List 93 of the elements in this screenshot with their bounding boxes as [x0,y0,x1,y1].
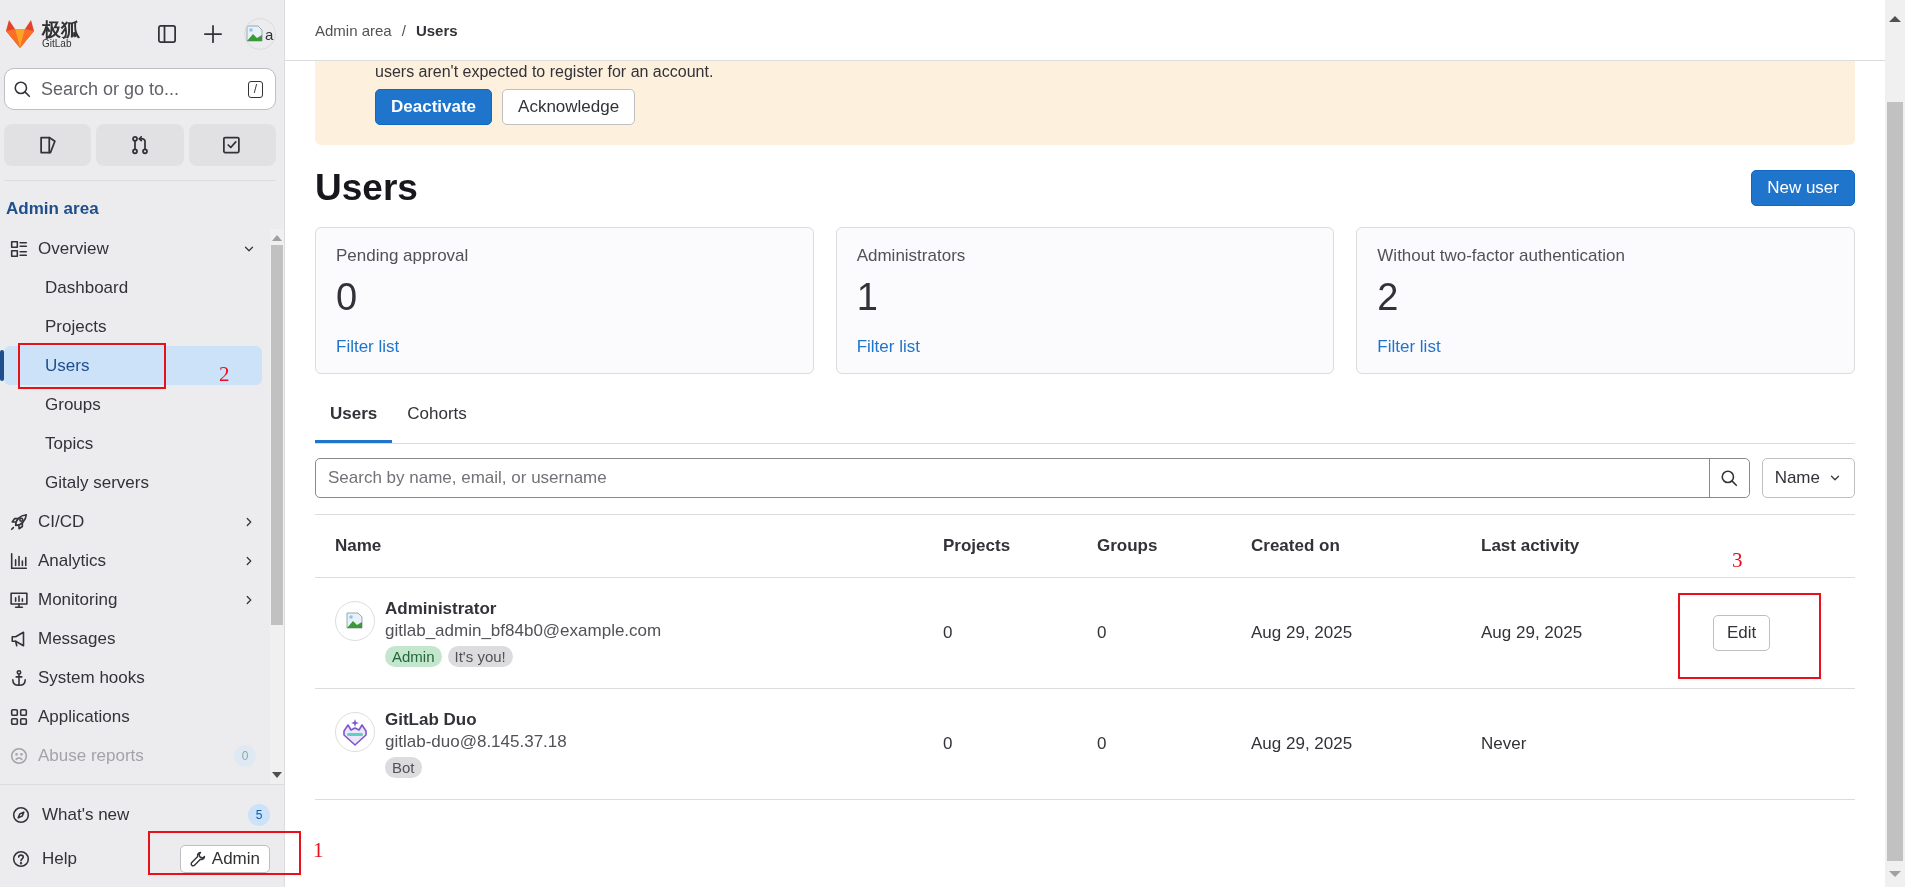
nav-item[interactable]: Monitoring [4,580,262,619]
page-title: Users [315,167,418,209]
stat-label: Without two-factor authentication [1377,246,1625,266]
table-cell: Aug 29, 2025 [1461,577,1693,689]
logo-text: 极狐 [42,19,80,39]
nav-link[interactable]: Help [42,849,168,869]
issues-button[interactable] [4,124,92,166]
checkbox-icon [222,135,243,155]
anchor-icon [10,668,28,687]
broken-image-icon [245,24,265,44]
table-cell: 0 [1077,688,1231,800]
annotation-number: 2 [219,362,230,387]
section-title: Admin area [5,198,100,220]
bar-chart-icon [10,551,28,570]
table-cell: Aug 29, 2025 [1231,688,1461,800]
alert-text: users aren't expected to register for an account. [375,63,715,81]
user-badge: Admin [385,646,442,667]
nav-subitem[interactable]: Groups [4,385,262,424]
tab[interactable]: Cohorts [392,388,482,443]
breadcrumb-link[interactable]: Admin area [315,21,392,39]
deactivate-button[interactable]: Deactivate [375,89,493,125]
user-name[interactable]: Administrator [385,599,497,619]
sad-face-icon [10,746,28,765]
fox-logo-icon [4,19,36,49]
count-badge: 5 [248,804,270,826]
stat-label: Administrators [856,246,966,266]
table-cell: Aug 29, 2025 [1231,577,1461,689]
annotation-number: 3 [1732,548,1743,573]
sort-dropdown[interactable]: Name [1761,458,1855,498]
todo-button[interactable] [188,124,276,166]
stat-value: 1 [856,276,878,319]
broken-image-icon [345,611,365,631]
user-badge: Bot [385,757,422,778]
table-cell: 0 [923,688,1077,800]
stat-value: 0 [336,276,358,319]
merge-requests-button[interactable] [96,124,184,166]
grid-icon [10,707,28,726]
nav-item[interactable]: Applications [4,697,262,736]
column-header: Name [315,514,923,578]
acknowledge-button[interactable]: Acknowledge [502,89,636,125]
search-icon [1720,469,1739,487]
nav-link[interactable]: What's new [42,805,236,825]
issue-icon [37,135,58,155]
column-header: Groups [1077,514,1231,578]
nav-item[interactable]: Analytics [4,541,262,580]
nav-item[interactable]: Messages [4,619,262,658]
shortcut-key: / [247,80,263,98]
table-cell: 0 [1077,577,1231,689]
user-email: gitlab-duo@8.145.37.18 [385,732,567,752]
search-icon [13,80,31,98]
nav-subitem[interactable]: Dashboard [4,268,262,307]
monitor-icon [10,590,28,609]
column-header: Last activity [1461,514,1693,578]
edit-button[interactable]: Edit [1713,615,1771,651]
wrench-icon [189,851,206,867]
count-badge: 0 [234,744,256,767]
table-cell: 0 [923,577,1077,689]
user-badge: It's you! [447,646,513,667]
nav-subitem[interactable]: Projects [4,307,262,346]
table-cell: Never [1461,688,1693,800]
nav-item[interactable]: System hooks [4,658,262,697]
search-button[interactable] [1708,459,1749,497]
nav-item[interactable]: Overview [4,229,262,268]
filter-link[interactable]: Filter list [1377,337,1441,357]
logo-subtitle: GitLab [42,38,72,49]
sidebar-toggle-icon [157,24,177,44]
admin-button[interactable]: Admin [179,845,270,873]
rocket-icon [10,512,28,531]
user-email: gitlab_admin_bf84b0@example.com [385,621,662,641]
user-name[interactable]: GitLab Duo [385,710,477,730]
column-header: Created on [1231,514,1461,578]
stat-label: Pending approval [336,246,469,266]
nav-subitem[interactable]: Topics [4,424,262,463]
merge-request-icon [130,135,150,155]
column-header: Projects [923,514,1077,578]
search-input[interactable]: Search or go to... [39,77,240,101]
filter-link[interactable]: Filter list [336,337,400,357]
breadcrumb-separator: / [401,21,406,39]
search-field[interactable]: Search or go to... / [4,68,276,110]
scrollbar[interactable] [270,229,284,784]
compass-icon [12,806,30,824]
plus-icon [203,24,223,44]
breadcrumb-current: Users [415,21,458,39]
list-icon [10,239,28,258]
filter-link[interactable]: Filter list [856,337,920,357]
tab[interactable]: Users [315,388,393,443]
help-icon [12,850,30,868]
scrollbar[interactable] [1885,0,1905,887]
nav-subitem[interactable]: Gitaly servers [4,463,262,502]
annotation-number: 1 [313,838,324,863]
nav-item[interactable]: CI/CD [4,502,262,541]
new-user-button[interactable]: New user [1751,170,1855,206]
stat-value: 2 [1377,276,1399,319]
